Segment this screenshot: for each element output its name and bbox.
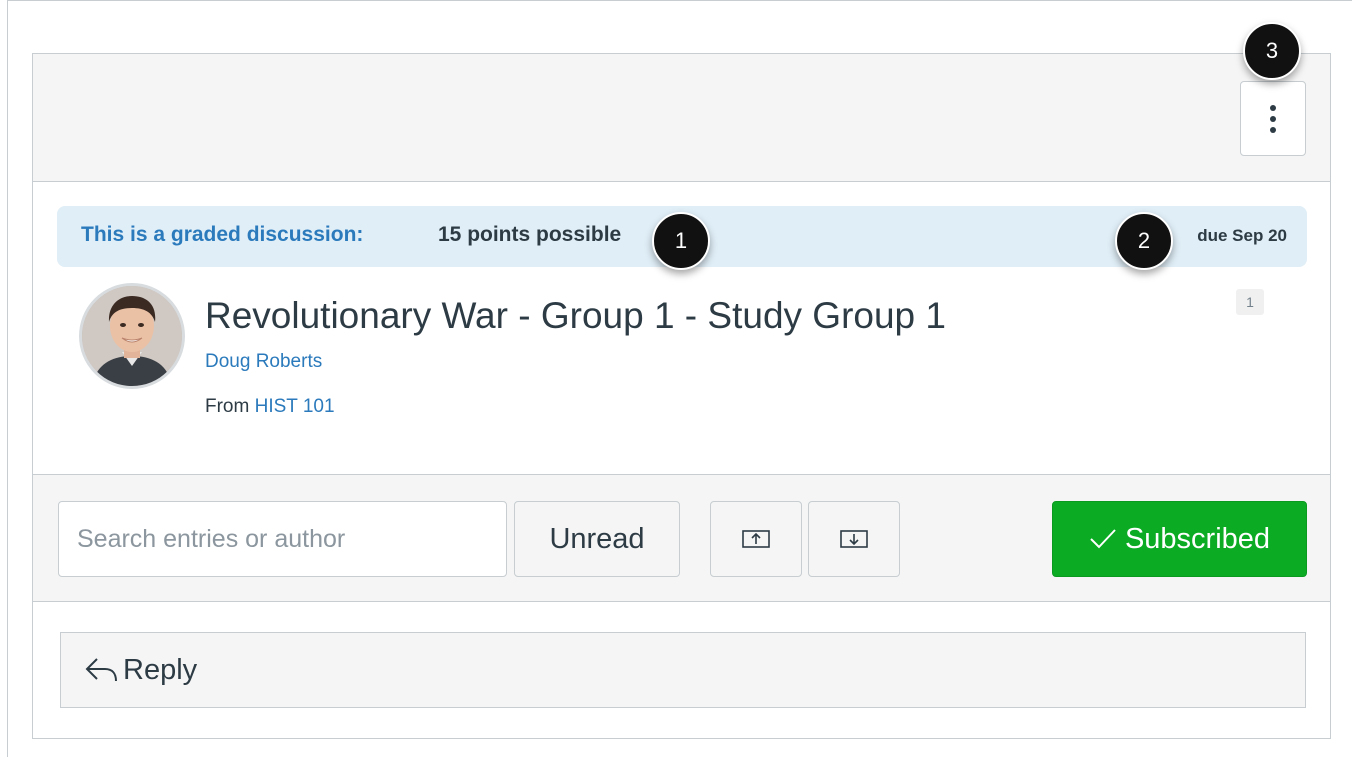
vertical-ellipsis-icon	[1270, 104, 1276, 133]
author-link[interactable]: Doug Roberts	[205, 351, 322, 373]
checkmark-icon	[1090, 529, 1116, 549]
discussion-title: Revolutionary War - Group 1 - Study Grou…	[205, 295, 946, 336]
user-photo	[82, 286, 182, 386]
subscribed-label: Subscribed	[1124, 522, 1271, 555]
discussion-toolbar: Unread Subscribed	[33, 474, 1330, 602]
from-course-line: From HIST 101	[205, 396, 335, 418]
avatar[interactable]	[79, 283, 185, 389]
callout-3: 3	[1243, 22, 1301, 80]
reply-arrow-icon	[85, 658, 117, 682]
expand-replies-button[interactable]	[808, 501, 900, 577]
graded-discussion-label: This is a graded discussion:	[81, 223, 364, 246]
points-possible: 15 points possible	[438, 223, 622, 246]
unread-filter-button[interactable]: Unread	[514, 501, 680, 577]
from-prefix: From	[205, 396, 250, 417]
options-menu-button[interactable]	[1240, 81, 1306, 156]
callout-2: 2	[1115, 212, 1173, 270]
discussion-header	[33, 54, 1330, 182]
collapse-replies-button[interactable]	[710, 501, 802, 577]
callout-1: 1	[652, 212, 710, 270]
collapse-all-icon	[742, 530, 770, 548]
due-date: due Sep 20	[1197, 226, 1287, 245]
reply-label: Reply	[123, 654, 198, 686]
discussion-card: This is a graded discussion: 15 points p…	[32, 53, 1331, 739]
subscribed-button[interactable]: Subscribed	[1052, 501, 1307, 577]
course-link[interactable]: HIST 101	[255, 396, 335, 417]
search-input[interactable]	[58, 501, 507, 577]
expand-all-icon	[840, 530, 868, 548]
unread-count-badge: 1	[1236, 289, 1264, 315]
reply-button[interactable]: Reply	[60, 632, 1306, 708]
